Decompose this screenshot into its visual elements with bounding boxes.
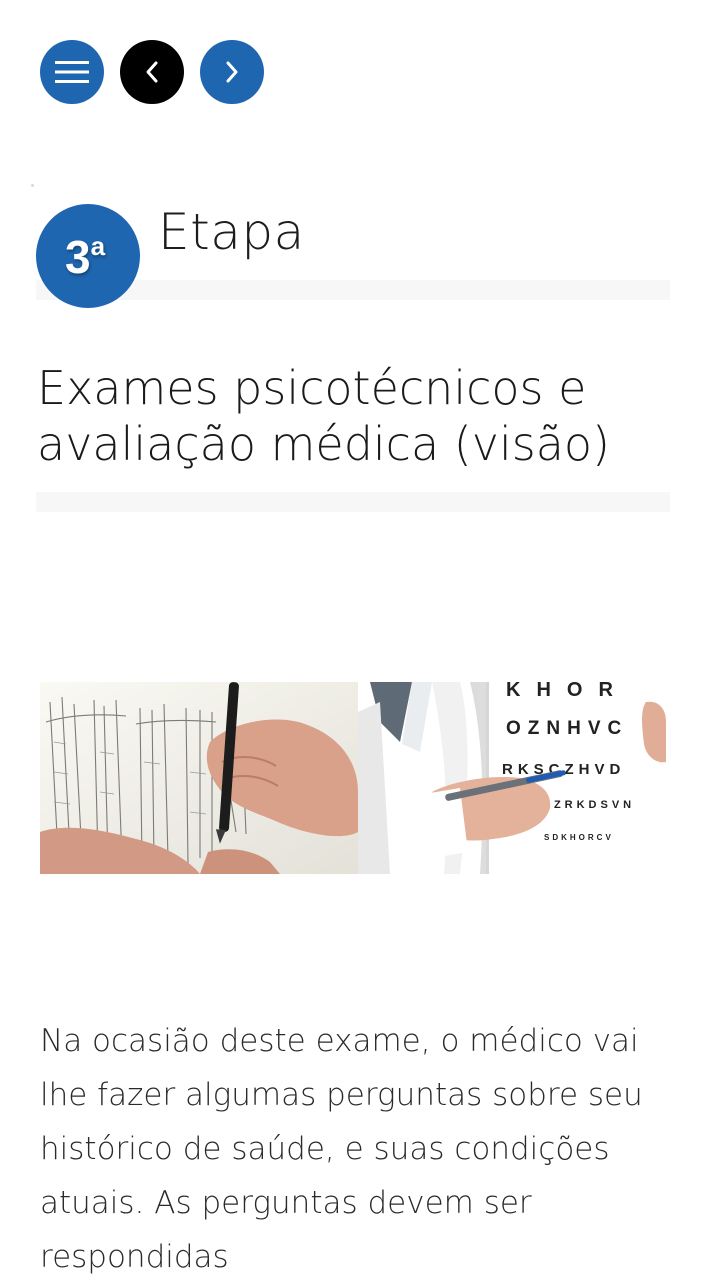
decorative-dot <box>31 184 34 187</box>
exam-illustration-image: KHOR OZNHVC RKSCZHVD CZRKDSVN SDKHORCV <box>40 682 666 874</box>
svg-text:OZNHVC: OZNHVC <box>506 718 628 739</box>
exam-photo-collage: KHOR OZNHVC RKSCZHVD CZRKDSVN SDKHORCV <box>40 682 666 874</box>
svg-text:RKSCZHVD: RKSCZHVD <box>502 761 625 778</box>
step-label: Etapa <box>158 203 305 261</box>
svg-text:SDKHORCV: SDKHORCV <box>544 833 614 842</box>
chevron-left-icon <box>146 61 158 83</box>
previous-button[interactable] <box>120 40 184 104</box>
page: 3a Etapa Exames psicotécnicos e avaliaçã… <box>0 0 720 1280</box>
menu-button[interactable] <box>40 40 104 104</box>
next-button[interactable] <box>200 40 264 104</box>
svg-text:KHOR: KHOR <box>506 682 629 701</box>
step-number-badge: 3a <box>36 204 140 308</box>
step-ordinal: a <box>90 230 106 261</box>
body-paragraph: Na ocasião deste exame, o médico vai lhe… <box>40 1023 643 1275</box>
hamburger-menu-icon <box>55 61 89 83</box>
title-divider-band <box>36 492 670 512</box>
step-number: 3a <box>64 230 106 283</box>
chevron-right-icon <box>226 61 238 83</box>
page-title: Exames psicotécnicos e avaliação médica … <box>37 361 610 471</box>
svg-text:CZRKDSVN: CZRKDSVN <box>542 799 635 811</box>
